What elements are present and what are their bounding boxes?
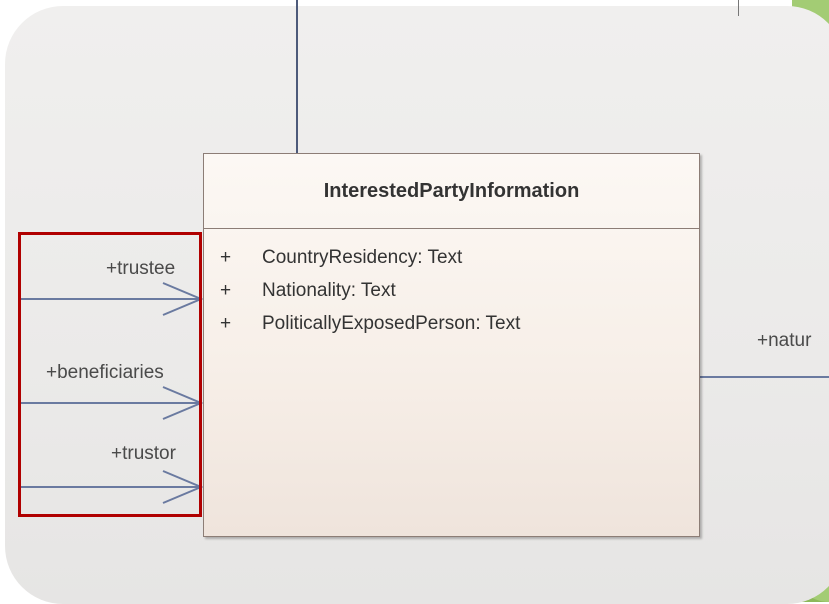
highlight-box xyxy=(18,232,202,517)
